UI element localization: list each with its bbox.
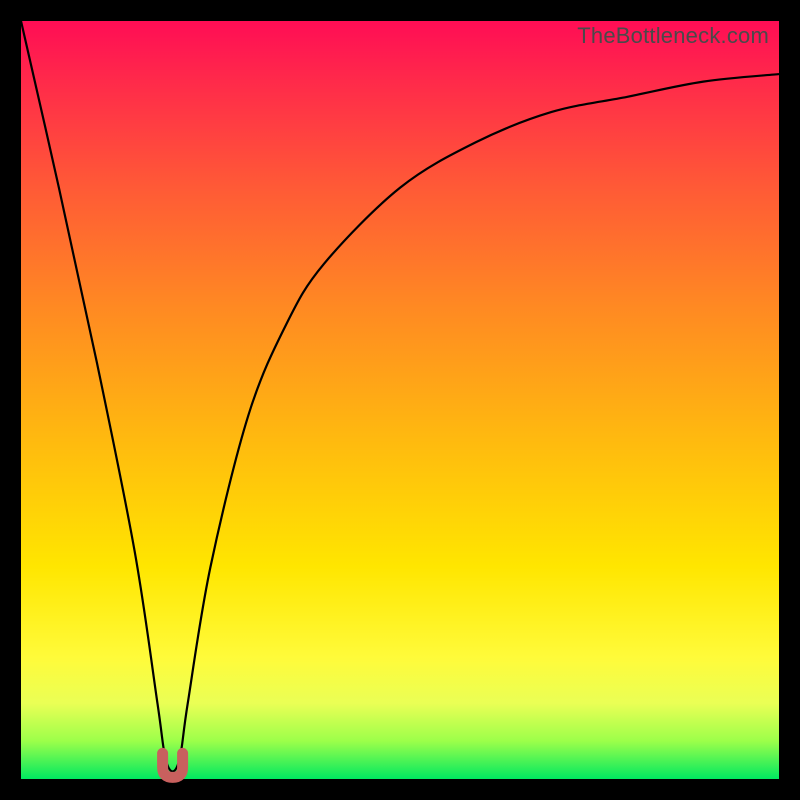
dip-marker-icon [163, 753, 183, 777]
chart-frame: TheBottleneck.com [0, 0, 800, 800]
bottleneck-curve [21, 21, 779, 779]
plot-area: TheBottleneck.com [21, 21, 779, 779]
